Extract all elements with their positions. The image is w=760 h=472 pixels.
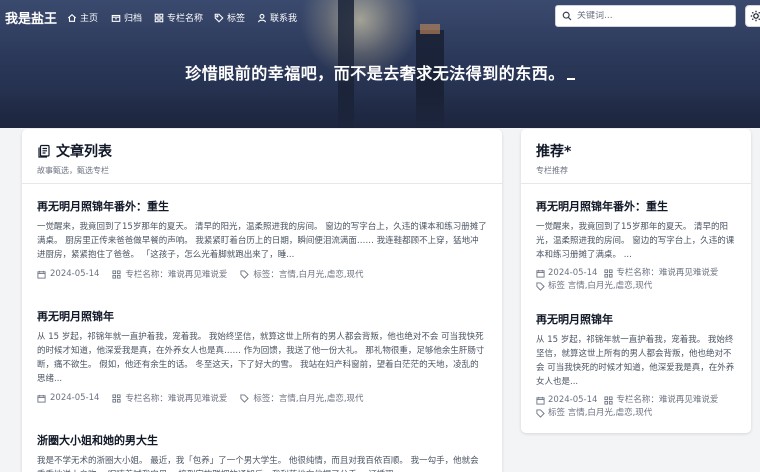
nav-item-contact[interactable]: 联系我 bbox=[257, 11, 297, 24]
post-excerpt: 一觉醒来，我竟回到了15岁那年的夏天。 清早的阳光，温柔照进我的房间。 窗边的写… bbox=[536, 222, 735, 260]
nav-item-home[interactable]: 主页 bbox=[67, 11, 98, 24]
post-meta: 2024-05-14 专栏名称：难说再见难说爱 标签 言情,白月光,虐恋,现代 bbox=[536, 267, 736, 293]
post-meta: 2024-05-14 专栏名称：难说再见难说爱 标签：言情,白月光,虐恋,现代 bbox=[37, 268, 487, 280]
post-meta: 2024-05-14 专栏名称：难说再见难说爱 标签：言情,白月光,虐恋,现代 bbox=[37, 392, 487, 404]
nav-item-column[interactable]: 专栏名称 bbox=[154, 11, 203, 24]
list-item: 再无明月照锦年 从 15 岁起，祁锦年就一直护着我，宠着我。 我始终坚信，就算这… bbox=[521, 311, 751, 420]
article-list-subtitle: 故事甄选，甄选专栏 bbox=[37, 166, 109, 175]
nav-item-archive[interactable]: 归档 bbox=[111, 11, 142, 24]
search-icon bbox=[562, 11, 572, 21]
post-title[interactable]: 再无明月照锦年番外：重生 bbox=[536, 198, 736, 214]
post-meta: 2024-05-14 专栏名称：难说再见难说爱 标签 言情,白月光,虐恋,现代 bbox=[536, 394, 736, 420]
post-column[interactable]: 专栏名称：难说再见难说爱 bbox=[125, 268, 227, 280]
post-tags[interactable]: 标签：言情,白月光,虐恋,现代 bbox=[253, 268, 363, 280]
tag-icon bbox=[240, 269, 250, 279]
user-icon bbox=[257, 13, 267, 22]
post-tags[interactable]: 标签 言情,白月光,虐恋,现代 bbox=[548, 407, 652, 420]
post-title[interactable]: 浙圈大小姐和她的男大生 bbox=[37, 432, 487, 448]
grid-icon bbox=[604, 269, 613, 278]
grid-icon bbox=[112, 269, 121, 279]
tag-icon bbox=[214, 13, 224, 23]
post-excerpt: 从 15 岁起，祁锦年就一直护着我，宠着我。 我始终坚信，就算这世上所有的男人都… bbox=[536, 335, 735, 387]
article-list-title: 文章列表 bbox=[37, 141, 487, 161]
hero-motto: 珍惜眼前的幸福吧，而不是去奢求无法得到的东西。 bbox=[0, 60, 760, 84]
post-date: 2024-05-14 bbox=[548, 395, 598, 405]
calendar-icon bbox=[536, 269, 545, 278]
post-title[interactable]: 再无明月照锦年番外：重生 bbox=[37, 198, 487, 214]
document-icon bbox=[38, 144, 50, 158]
post-title[interactable]: 再无明月照锦年 bbox=[37, 308, 487, 324]
post-column[interactable]: 专栏名称：难说再见难说爱 bbox=[616, 267, 718, 280]
recommend-subtitle: 专栏推荐 bbox=[536, 166, 568, 175]
recommend-title: 推荐* bbox=[536, 144, 572, 160]
list-item: 再无明月照锦年 从 15 岁起，祁锦年就一直护着我，宠着我。 我始终坚信，就算这… bbox=[22, 308, 502, 404]
post-column[interactable]: 专栏名称：难说再见难说爱 bbox=[616, 394, 718, 407]
theme-toggle-button[interactable] bbox=[745, 5, 760, 27]
post-column[interactable]: 专栏名称：难说再见难说爱 bbox=[125, 392, 227, 404]
top-nav: 我是盐王 主页 归档 专栏名称 标签 联系我 bbox=[0, 0, 760, 34]
post-tags[interactable]: 标签：言情,白月光,虐恋,现代 bbox=[253, 392, 363, 404]
divider bbox=[521, 183, 751, 184]
home-icon bbox=[67, 13, 77, 22]
calendar-icon bbox=[37, 270, 46, 279]
nav-item-tags[interactable]: 标签 bbox=[214, 11, 245, 24]
calendar-icon bbox=[536, 396, 545, 405]
tag-icon bbox=[536, 282, 545, 291]
grid-icon bbox=[604, 396, 613, 405]
post-excerpt: 我是不学无术的浙圈大小姐。 最近，我「包养」了一个男大学生。 他很纯情，而且对我… bbox=[37, 456, 479, 472]
post-excerpt: 从 15 岁起，祁锦年就一直护着我，宠着我。 我始终坚信，就算这世上所有的男人都… bbox=[37, 332, 485, 384]
search-box[interactable] bbox=[555, 5, 736, 27]
archive-icon bbox=[111, 14, 121, 22]
tag-icon bbox=[240, 393, 250, 403]
search-input[interactable] bbox=[577, 11, 727, 21]
list-item: 浙圈大小姐和她的男大生 我是不学无术的浙圈大小姐。 最近，我「包养」了一个男大学… bbox=[22, 432, 502, 472]
post-date: 2024-05-14 bbox=[548, 268, 598, 278]
post-date: 2024-05-14 bbox=[50, 393, 100, 403]
site-brand[interactable]: 我是盐王 bbox=[5, 8, 57, 27]
sun-icon bbox=[750, 10, 760, 22]
list-item: 再无明月照锦年番外：重生 一觉醒来，我竟回到了15岁那年的夏天。 清早的阳光，温… bbox=[22, 198, 502, 280]
grid-icon bbox=[154, 13, 164, 22]
post-title[interactable]: 再无明月照锦年 bbox=[536, 311, 736, 327]
post-excerpt: 一觉醒来，我竟回到了15岁那年的夏天。 清早的阳光，温柔照进我的房间。 窗边的写… bbox=[37, 222, 487, 260]
grid-icon bbox=[112, 393, 121, 403]
list-item: 再无明月照锦年番外：重生 一觉醒来，我竟回到了15岁那年的夏天。 清早的阳光，温… bbox=[521, 198, 751, 293]
recommend-card: 推荐* 专栏推荐 再无明月照锦年番外：重生 一觉醒来，我竟回到了15岁那年的夏天… bbox=[521, 129, 751, 433]
divider bbox=[22, 183, 502, 184]
typing-cursor bbox=[566, 78, 575, 80]
tag-icon bbox=[536, 409, 545, 418]
post-date: 2024-05-14 bbox=[50, 269, 100, 279]
hero-shade bbox=[0, 92, 760, 128]
calendar-icon bbox=[37, 394, 46, 403]
post-tags[interactable]: 标签 言情,白月光,虐恋,现代 bbox=[548, 280, 652, 293]
article-list-card: 文章列表 故事甄选，甄选专栏 再无明月照锦年番外：重生 一觉醒来，我竟回到了15… bbox=[22, 129, 502, 472]
